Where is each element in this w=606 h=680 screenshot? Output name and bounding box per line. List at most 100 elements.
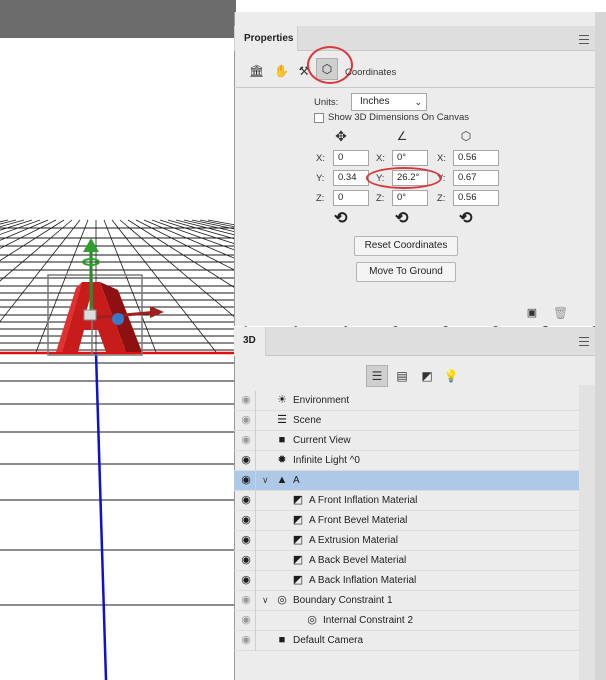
material-icon: ◩ (292, 514, 304, 526)
material-icon: ◩ (292, 534, 304, 546)
move-icon: ✥ (335, 128, 347, 144)
rotation-x-field[interactable]: 0° (392, 150, 428, 166)
layer-label: Internal Constraint 2 (323, 615, 414, 626)
layer-row[interactable]: ◉ ☀ Environment (234, 391, 579, 411)
tab-properties[interactable]: Properties (234, 26, 298, 51)
units-value: Inches (360, 96, 390, 107)
z-axis-label: Z: (376, 193, 385, 204)
chevron-down-icon: ⌄ (414, 97, 422, 107)
layer-label: A Front Bevel Material (309, 515, 408, 526)
eye-column-divider (255, 571, 256, 591)
visibility-eye-icon[interactable]: ◉ (240, 611, 252, 630)
mesh-icon[interactable]: 🏛 (249, 63, 264, 79)
deform-icon[interactable]: ✋ (274, 63, 289, 79)
layer-label: Infinite Light ^0 (293, 455, 360, 466)
layer-label: A Back Inflation Material (309, 575, 417, 586)
x-axis-label: X: (437, 153, 446, 164)
z-gizmo-handle (112, 313, 124, 325)
eye-column-divider (255, 631, 256, 651)
eye-column-divider (255, 551, 256, 571)
trash-icon[interactable]: 🗑 (553, 305, 568, 321)
layer-row[interactable]: ◉ ☰ Scene (234, 411, 579, 431)
coordinates-label: Coordinates (345, 67, 397, 78)
scene-icon: ☰ (277, 414, 287, 426)
scale-x-field[interactable]: 0.56 (453, 150, 499, 166)
scene-filter-icon[interactable]: ☰ (366, 365, 388, 387)
visibility-eye-icon[interactable]: ◉ (240, 531, 252, 550)
eye-column-divider (255, 431, 256, 451)
canvas-top-bar (0, 0, 236, 38)
visibility-eye-icon[interactable]: ◉ (240, 551, 252, 570)
x-axis-label: X: (316, 153, 325, 164)
eye-column-divider (255, 611, 256, 631)
scale-icon: ⬡ (460, 129, 472, 143)
layer-row[interactable]: ◉ ◎ Internal Constraint 2 (234, 611, 579, 631)
visibility-eye-icon[interactable]: ◉ (240, 451, 252, 470)
camera-icon: ■ (278, 634, 286, 646)
visibility-eye-icon[interactable]: ◉ (240, 471, 252, 490)
reset-position-icon[interactable]: ⟲ (334, 211, 347, 227)
materials-filter-icon[interactable]: ◩ (416, 365, 438, 387)
light-icon: ✹ (277, 454, 287, 466)
position-z-field[interactable]: 0 (333, 190, 369, 206)
visibility-eye-icon[interactable]: ◉ (240, 511, 252, 530)
layer-row[interactable]: ◉ ■ Current View (234, 431, 579, 451)
layer-row[interactable]: ◉ ◩ A Front Bevel Material (234, 511, 579, 531)
eye-column-divider (255, 471, 256, 491)
layer-row[interactable]: ◉ ∨ ◎ Boundary Constraint 1 (234, 591, 579, 611)
visibility-eye-icon[interactable]: ◉ (240, 431, 252, 450)
scale-y-field[interactable]: 0.67 (453, 170, 499, 186)
layer-label: Default Camera (293, 635, 364, 646)
z-axis-label: Z: (437, 193, 446, 204)
position-y-field[interactable]: 0.34 (333, 170, 369, 186)
constraint-icon: ◎ (277, 594, 287, 606)
layer-row[interactable]: ◉ ✹ Infinite Light ^0 (234, 451, 579, 471)
panel-menu-icon[interactable] (579, 35, 589, 44)
layer-row[interactable]: ◉ ◩ A Back Inflation Material (234, 571, 579, 591)
visibility-eye-icon[interactable]: ◉ (240, 631, 252, 650)
panel-menu-icon[interactable] (579, 337, 589, 346)
eye-column-divider (255, 591, 256, 611)
show-dimensions-checkbox[interactable] (314, 113, 324, 123)
layer-row[interactable]: ◉ ◩ A Back Bevel Material (234, 551, 579, 571)
render-icon[interactable]: ▣ (525, 305, 539, 321)
chevron-down-icon[interactable]: ∨ (262, 471, 269, 490)
reset-coordinates-button[interactable]: Reset Coordinates (354, 236, 458, 256)
annotation-circle-coordinates (307, 46, 353, 84)
visibility-eye-icon[interactable]: ◉ (240, 491, 252, 510)
tab-3d[interactable]: 3D (234, 327, 266, 356)
reset-scale-icon[interactable]: ⟲ (459, 211, 472, 227)
layer-row[interactable]: ◉ ∨ ▲ A (234, 471, 579, 491)
lights-filter-icon[interactable]: 💡 (440, 365, 462, 387)
visibility-eye-icon[interactable]: ◉ (240, 411, 252, 430)
chevron-down-icon[interactable]: ∨ (262, 591, 269, 610)
mesh-icon: ▲ (276, 474, 288, 486)
camera-icon: ■ (278, 434, 286, 446)
meshes-filter-icon[interactable]: ▤ (391, 365, 413, 387)
layer-row[interactable]: ◉ ◩ A Front Inflation Material (234, 491, 579, 511)
position-x-field[interactable]: 0 (333, 150, 369, 166)
properties-tab-bar: Properties (234, 26, 595, 51)
layer-list-scrollbar[interactable] (579, 385, 595, 680)
layer-label: Boundary Constraint 1 (293, 595, 393, 606)
units-label: Units: (314, 97, 339, 108)
visibility-eye-icon[interactable]: ◉ (240, 571, 252, 590)
layer-label: A Back Bevel Material (309, 555, 407, 566)
units-select[interactable]: Inches ⌄ (351, 93, 427, 111)
reset-rotation-icon[interactable]: ⟲ (395, 211, 408, 227)
layer-row[interactable]: ◉ ■ Default Camera (234, 631, 579, 651)
visibility-eye-icon[interactable]: ◉ (240, 391, 252, 410)
z-axis-label: Z: (316, 193, 325, 204)
move-to-ground-button[interactable]: Move To Ground (356, 262, 456, 282)
annotation-circle-rotation-y (366, 167, 442, 189)
visibility-eye-icon[interactable]: ◉ (240, 591, 252, 610)
y-axis-label: Y: (316, 173, 325, 184)
scale-z-field[interactable]: 0.56 (453, 190, 499, 206)
show-dimensions-label: Show 3D Dimensions On Canvas (328, 112, 469, 123)
environment-icon: ☀ (277, 394, 287, 406)
right-edge-dock (595, 12, 606, 680)
rotation-z-field[interactable]: 0° (392, 190, 428, 206)
layer-row[interactable]: ◉ ◩ A Extrusion Material (234, 531, 579, 551)
layer-label: A Front Inflation Material (309, 495, 418, 506)
layer-label: Current View (293, 435, 351, 446)
